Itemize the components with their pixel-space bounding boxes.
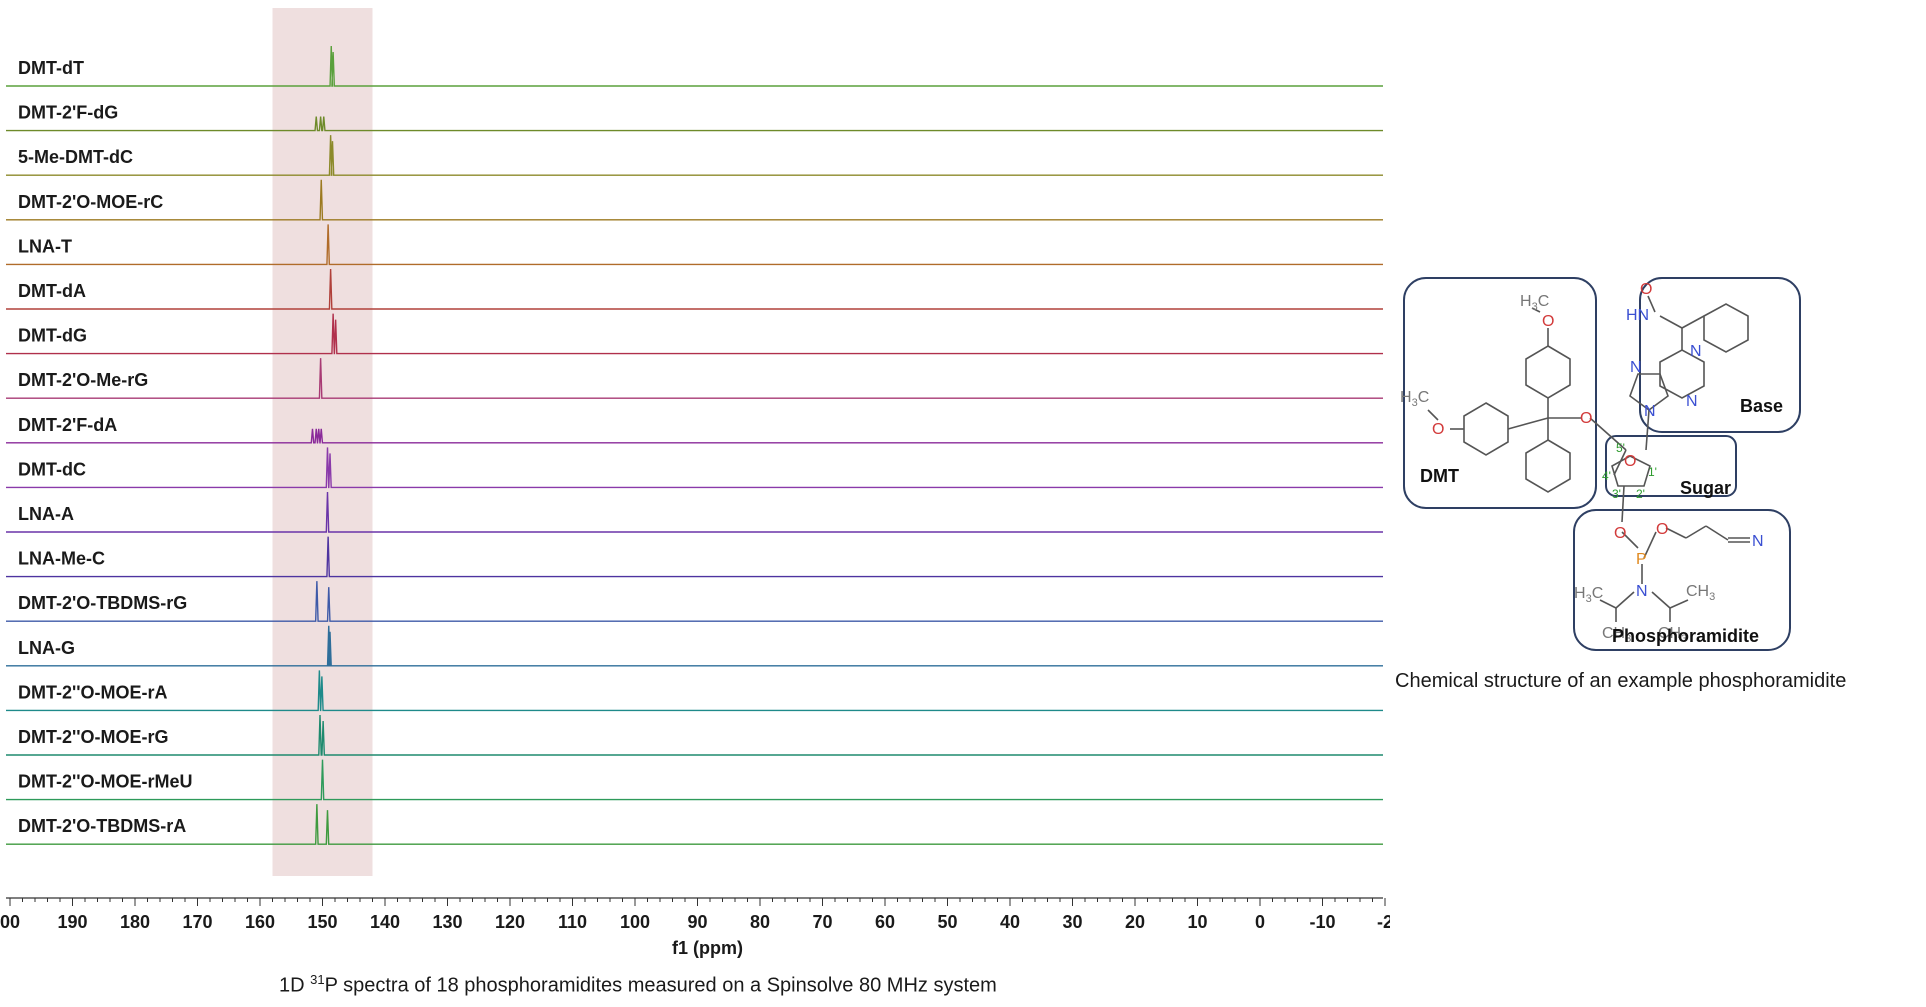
spectrum-label: LNA-T	[18, 236, 72, 256]
svg-text:3': 3'	[1612, 487, 1621, 501]
phosphoramidite-label: Phosphoramidite	[1612, 626, 1759, 646]
spectra-traces	[6, 45, 1383, 845]
spectrum-label: DMT-dA	[18, 281, 86, 301]
x-tick-label: 60	[875, 912, 895, 932]
base-carbonyl-o: O	[1640, 281, 1652, 298]
spectrum-trace	[6, 135, 1383, 176]
spectrum-trace	[6, 358, 1383, 399]
dmt-label: DMT	[1420, 466, 1459, 486]
base-n1: N	[1690, 343, 1702, 360]
spectrum-label: DMT-2''O-MOE-rG	[18, 727, 169, 747]
svg-text:4': 4'	[1602, 469, 1611, 483]
spectrum-trace	[6, 714, 1383, 756]
x-tick-label: 00	[0, 912, 20, 932]
spectrum-label: LNA-G	[18, 638, 75, 658]
base-n9: N	[1644, 403, 1656, 420]
phos-o-cyanoethyl: O	[1656, 521, 1668, 538]
spectrum-trace	[6, 670, 1383, 712]
x-tick-label: 10	[1187, 912, 1207, 932]
nitrile-n: N	[1752, 533, 1764, 550]
x-tick-label: 120	[495, 912, 525, 932]
base-hn: HN	[1626, 307, 1649, 324]
spectrum-trace	[6, 313, 1383, 355]
spectrum-trace	[6, 581, 1383, 622]
phos-o-3prime: O	[1614, 525, 1626, 542]
sugar-ring-o: O	[1624, 453, 1636, 470]
dmt-methoxy-o-left: O	[1432, 421, 1444, 438]
spectrum-trace	[6, 804, 1383, 845]
spectrum-trace	[6, 45, 1383, 87]
svg-text:2': 2'	[1636, 487, 1645, 501]
spectrum-label: 5-Me-DMT-dC	[18, 147, 133, 167]
x-tick-label: 150	[307, 912, 337, 932]
spectrum-trace	[6, 536, 1383, 578]
x-tick-label: 190	[57, 912, 87, 932]
spectrum-label: DMT-2'O-TBDMS-rG	[18, 593, 187, 613]
x-tick-label: 40	[1000, 912, 1020, 932]
spectrum-trace	[6, 268, 1383, 310]
spectrum-label: DMT-dG	[18, 326, 87, 346]
x-tick-label: 70	[812, 912, 832, 932]
spectrum-trace	[6, 116, 1383, 132]
sugar-label: Sugar	[1680, 478, 1731, 498]
base-n3: N	[1686, 393, 1698, 410]
spectrum-label: DMT-dC	[18, 459, 86, 479]
svg-text:1': 1'	[1648, 465, 1657, 479]
base-label: Base	[1740, 396, 1783, 416]
structure-caption: Chemical structure of an example phospho…	[1395, 670, 1847, 692]
dmt-ether-o: O	[1580, 410, 1592, 427]
spectrum-label: LNA-Me-C	[18, 549, 105, 569]
spectrum-label: DMT-2'F-dA	[18, 415, 117, 435]
spectrum-label: DMT-2'O-MOE-rC	[18, 192, 163, 212]
x-tick-label: 170	[182, 912, 212, 932]
svg-text:H3C: H3C	[1520, 293, 1549, 313]
x-tick-label: -2	[1377, 912, 1390, 932]
base-n7: N	[1630, 359, 1642, 376]
spectrum-label: LNA-A	[18, 504, 74, 524]
spectrum-label: DMT-2''O-MOE-rA	[18, 682, 168, 702]
spectrum-trace	[6, 224, 1383, 266]
x-tick-label: 180	[120, 912, 150, 932]
dmt-methoxy-o-top: O	[1542, 313, 1554, 330]
spectrum-trace	[6, 759, 1383, 801]
x-tick-label: 110	[558, 912, 587, 932]
x-tick-label: 160	[245, 912, 275, 932]
phosphoramidite-structure: H3C O H3C O O DMT O HN N N N N Base O 5'…	[1400, 277, 1801, 651]
x-tick-label: 30	[1062, 912, 1082, 932]
spectra-chart: DMT-dT DMT-2'F-dG 5-Me-DMT-dC DMT-2'O-MOE-r…	[0, 8, 1390, 958]
svg-text:CH3: CH3	[1686, 583, 1715, 603]
svg-text:5': 5'	[1616, 441, 1625, 455]
spectrum-trace	[6, 625, 1383, 667]
x-tick-label: 20	[1125, 912, 1145, 932]
x-tick-label: 130	[432, 912, 462, 932]
spectrum-label: DMT-2'F-dG	[18, 103, 118, 123]
x-tick-label: 140	[370, 912, 400, 932]
spectrum-trace	[6, 428, 1383, 444]
spectrum-trace	[6, 491, 1383, 533]
x-tick-label: 100	[620, 912, 650, 932]
spectrum-label: DMT-dT	[18, 58, 84, 78]
x-axis-title: f1 (ppm)	[672, 938, 743, 958]
x-tick-label: 50	[937, 912, 957, 932]
phos-p: P	[1636, 551, 1647, 568]
spectrum-label: DMT-2'O-Me-rG	[18, 370, 148, 390]
amine-n: N	[1636, 583, 1648, 600]
x-axis: 00 190 180 170 160 150 140 130 120 110 100 90 80 70 60…	[0, 897, 1390, 932]
x-tick-label: 0	[1255, 912, 1265, 932]
spectrum-label: DMT-2''O-MOE-rMeU	[18, 772, 193, 792]
svg-text:H3C: H3C	[1574, 585, 1603, 605]
spectra-caption: 1D 31P spectra of 18 phosphoramidites me…	[279, 972, 997, 997]
spectrum-trace	[6, 179, 1383, 221]
spectrum-trace	[6, 447, 1383, 489]
spectrum-label: DMT-2'O-TBDMS-rA	[18, 816, 186, 836]
x-tick-label: -10	[1309, 912, 1335, 932]
x-tick-label: 80	[750, 912, 770, 932]
x-tick-label: 90	[687, 912, 707, 932]
